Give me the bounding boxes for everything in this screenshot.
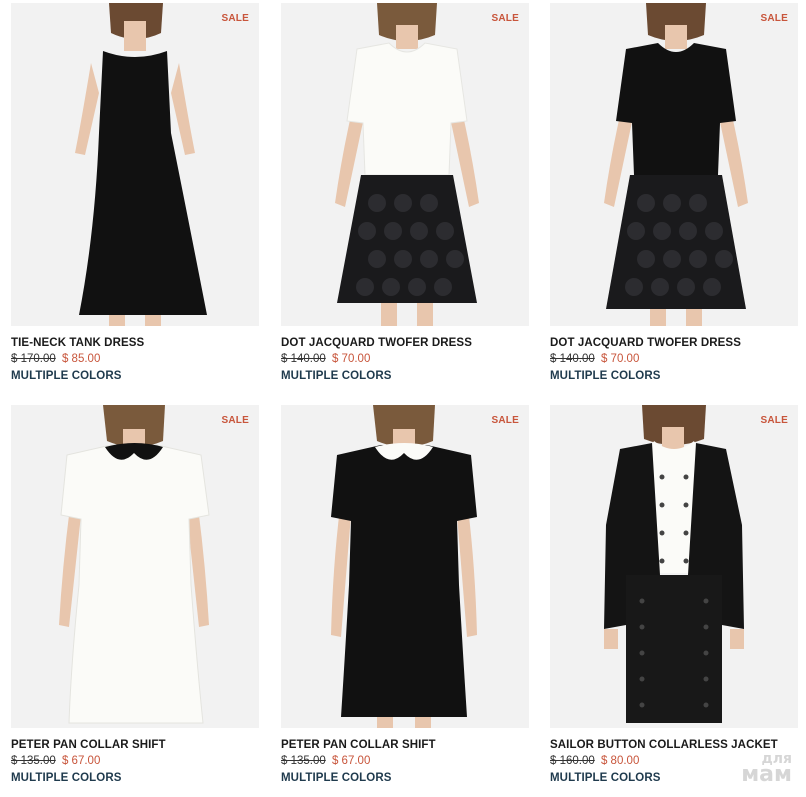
multiple-colors-link[interactable]: MULTIPLE COLORS <box>281 370 529 382</box>
watermark-line-2: мам <box>741 762 792 788</box>
product-card[interactable]: SALE PETER PAN COLLAR SHIFT $ 135.00 $ 6… <box>11 405 259 784</box>
sale-badge: SALE <box>221 415 249 426</box>
product-prices: $ 135.00 $ 67.00 <box>11 755 259 767</box>
product-card[interactable]: SALE TIE-NECK TANK DRESS $ 170.00 $ 85.0… <box>11 3 259 382</box>
sale-badge: SALE <box>221 13 249 24</box>
sale-price: $ 85.00 <box>61 353 101 365</box>
product-title[interactable]: PETER PAN COLLAR SHIFT <box>11 739 259 751</box>
multiple-colors-link[interactable]: MULTIPLE COLORS <box>550 370 798 382</box>
product-title[interactable]: PETER PAN COLLAR SHIFT <box>281 739 529 751</box>
sale-badge: SALE <box>491 13 519 24</box>
product-title[interactable]: SAILOR BUTTON COLLARLESS JACKET <box>550 739 798 751</box>
product-title[interactable]: DOT JACQUARD TWOFER DRESS <box>281 337 529 349</box>
black-collar-shift-illustration <box>331 405 477 728</box>
sale-badge: SALE <box>760 13 788 24</box>
original-price: $ 170.00 <box>11 353 56 365</box>
product-prices: $ 170.00 $ 85.00 <box>11 353 259 365</box>
product-card[interactable]: SALE PETER PAN COLLAR SHIFT $ 135.00 $ 6… <box>281 405 529 784</box>
multiple-colors-link[interactable]: MULTIPLE COLORS <box>11 772 259 784</box>
product-image[interactable]: SALE <box>550 405 798 728</box>
original-price: $ 135.00 <box>281 755 326 767</box>
product-prices: $ 140.00 $ 70.00 <box>281 353 529 365</box>
sale-price: $ 80.00 <box>600 755 640 767</box>
sailor-jacket-illustration <box>604 405 744 723</box>
watermark-logo: для мам <box>741 752 792 788</box>
original-price: $ 160.00 <box>550 755 595 767</box>
white-collar-shift-illustration <box>59 405 210 724</box>
product-prices: $ 135.00 $ 67.00 <box>281 755 529 767</box>
sale-price: $ 67.00 <box>331 755 371 767</box>
product-title[interactable]: TIE-NECK TANK DRESS <box>11 337 259 349</box>
product-prices: $ 140.00 $ 70.00 <box>550 353 798 365</box>
product-card[interactable]: SALE DOT JACQUARD TWOFER DRESS $ 140.00 … <box>281 3 529 382</box>
sale-badge: SALE <box>491 415 519 426</box>
product-card[interactable]: SALE SAILOR BUTTON COLLARLESS JACKET $ 1… <box>550 405 798 784</box>
product-title[interactable]: DOT JACQUARD TWOFER DRESS <box>550 337 798 349</box>
tank-dress-illustration <box>75 3 207 326</box>
original-price: $ 135.00 <box>11 755 56 767</box>
twofer-dress-black-top-illustration <box>604 3 748 326</box>
product-card[interactable]: SALE DOT JACQUARD TWOFER DRESS $ 140.00 … <box>550 3 798 382</box>
multiple-colors-link[interactable]: MULTIPLE COLORS <box>281 772 529 784</box>
product-image[interactable]: SALE <box>281 3 529 326</box>
original-price: $ 140.00 <box>550 353 595 365</box>
sale-badge: SALE <box>760 415 788 426</box>
sale-price: $ 70.00 <box>331 353 371 365</box>
original-price: $ 140.00 <box>281 353 326 365</box>
product-image[interactable]: SALE <box>281 405 529 728</box>
product-grid: SALE TIE-NECK TANK DRESS $ 170.00 $ 85.0… <box>0 0 806 797</box>
sale-price: $ 67.00 <box>61 755 101 767</box>
multiple-colors-link[interactable]: MULTIPLE COLORS <box>11 370 259 382</box>
product-image[interactable]: SALE <box>11 3 259 326</box>
product-image[interactable]: SALE <box>550 3 798 326</box>
twofer-dress-white-top-illustration <box>335 3 479 326</box>
product-image[interactable]: SALE <box>11 405 259 728</box>
sale-price: $ 70.00 <box>600 353 640 365</box>
